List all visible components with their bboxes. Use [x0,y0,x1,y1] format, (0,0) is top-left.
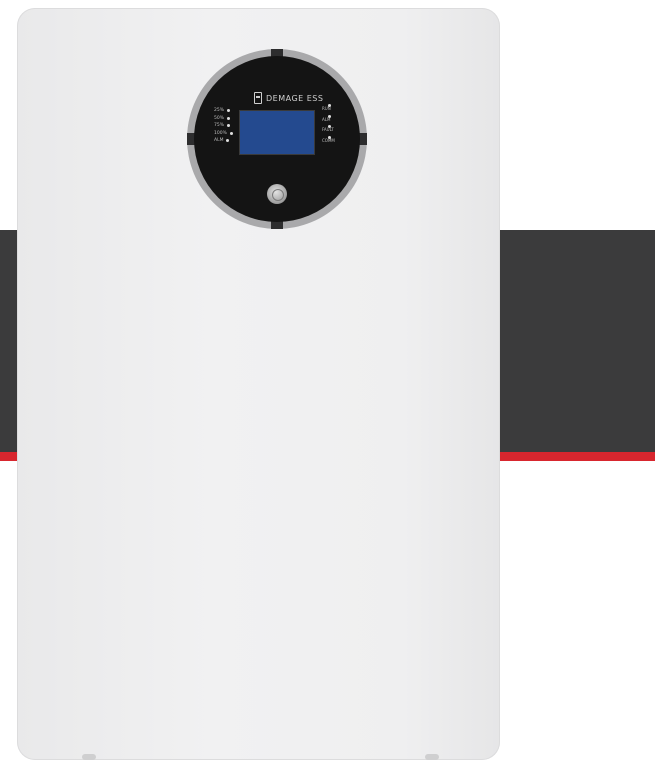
cabinet-foot-right [425,754,439,760]
led-icon [226,139,230,143]
led-icon [229,131,233,135]
soc-indicator: ALM [214,138,233,143]
control-panel-face: DEMAGE ESS 25% 50% 75% 100% ALM RUN ALM … [194,56,360,222]
soc-indicator: 75% [214,123,233,128]
battery-logo-icon [254,92,262,104]
status-label: ALM [322,116,331,122]
soc-indicator-column: 25% 50% 75% 100% ALM [214,108,233,143]
soc-label: ALM [214,138,224,144]
led-icon [227,116,231,120]
soc-indicator: 25% [214,108,233,113]
soc-label: 100% [214,130,227,136]
cabinet-foot-left [82,754,96,760]
status-indicator: RUN [322,104,331,112]
status-label: FAULT [322,127,334,132]
ring-notch-bottom [271,221,283,229]
brand-name: DEMAGE ESS [266,93,324,103]
status-label: COMM [322,137,335,143]
soc-label: 50% [214,115,225,121]
ring-notch-right [359,133,367,145]
led-icon [227,109,231,112]
led-icon [227,124,231,128]
background-band-right [498,230,655,452]
status-label: RUN [322,106,331,111]
brand-logo: DEMAGE ESS [254,92,323,104]
battery-cabinet: DEMAGE ESS 25% 50% 75% 100% ALM RUN ALM … [17,8,500,760]
status-indicator-column: RUN ALM FAULT COMM [322,104,335,143]
lcd-display [239,110,315,155]
soc-label: 25% [214,108,225,113]
status-indicator: FAULT [322,125,334,133]
status-indicator: ALM [322,114,331,123]
control-panel-ring: DEMAGE ESS 25% 50% 75% 100% ALM RUN ALM … [187,49,367,229]
soc-indicator: 100% [214,131,233,136]
background-red-stripe-right [498,452,655,461]
soc-indicator: 50% [214,116,233,121]
power-button[interactable] [267,184,287,204]
soc-label: 75% [214,123,225,129]
status-indicator: COMM [322,135,335,144]
